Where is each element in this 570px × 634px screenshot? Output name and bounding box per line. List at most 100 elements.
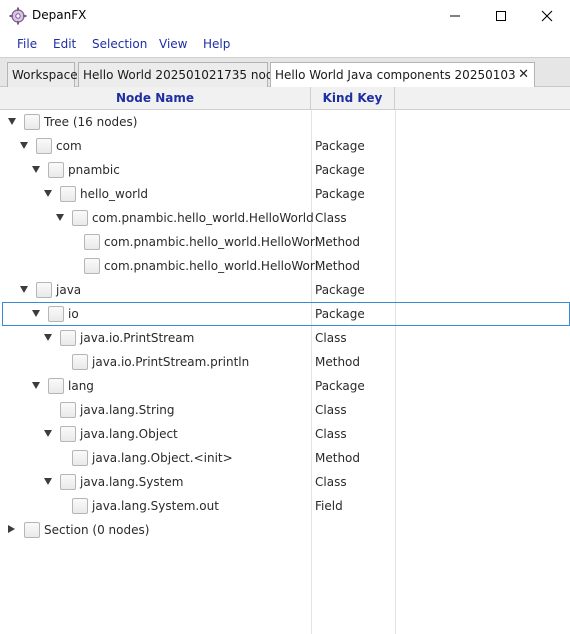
tree-row[interactable]: java.lang.System.out Field (0, 494, 570, 518)
tree-row[interactable]: com Package (0, 134, 570, 158)
kind-key-label: Package (315, 139, 365, 153)
row-checkbox[interactable] (84, 258, 100, 274)
kind-key-label: Package (315, 163, 365, 177)
kind-key-label: Method (315, 451, 361, 465)
close-window-button[interactable] (524, 0, 570, 31)
row-checkbox[interactable] (72, 210, 88, 226)
node-name-label: java (56, 283, 82, 297)
collapsed-arrow-icon[interactable] (8, 525, 15, 533)
row-checkbox[interactable] (36, 138, 52, 154)
node-name-label: com.pnambic.hello_world.HelloWorl... (104, 235, 330, 249)
node-name-label: java.lang.String (80, 403, 175, 417)
menu-help[interactable]: Help (203, 37, 230, 51)
expanded-arrow-icon[interactable] (44, 334, 52, 341)
node-name-label: lang (68, 379, 94, 393)
kind-key-label: Package (315, 379, 365, 393)
node-name-label: com.pnambic.hello_world.HelloWorl... (104, 259, 330, 273)
tab-label: Workspace (12, 68, 78, 82)
expanded-arrow-icon[interactable] (32, 310, 40, 317)
row-checkbox[interactable] (48, 378, 64, 394)
menu-view[interactable]: View (159, 37, 187, 51)
tree-row[interactable]: java.lang.Object Class (0, 422, 570, 446)
tab-label: Hello World Java components 202501031135 (275, 68, 517, 82)
title-bar: DepanFX (0, 0, 570, 31)
tree-row[interactable]: java.lang.Object.<init> Method (0, 446, 570, 470)
node-name-label: io (68, 307, 79, 321)
row-checkbox[interactable] (72, 354, 88, 370)
node-name-label: pnambic (68, 163, 120, 177)
node-name-label: java.lang.System.out (92, 499, 219, 513)
kind-key-label: Class (315, 427, 347, 441)
expanded-arrow-icon[interactable] (44, 190, 52, 197)
tab-hello-world-java-components[interactable]: Hello World Java components 202501031135… (270, 62, 535, 88)
row-checkbox[interactable] (60, 402, 76, 418)
minimize-button[interactable] (432, 0, 478, 31)
tree-row[interactable]: java.lang.String Class (0, 398, 570, 422)
tree-row[interactable]: com.pnambic.hello_world.HelloWorld Class (0, 206, 570, 230)
row-checkbox[interactable] (60, 186, 76, 202)
tree-row[interactable]: pnambic Package (0, 158, 570, 182)
tree-row[interactable]: com.pnambic.hello_world.HelloWorl... Meth… (0, 230, 570, 254)
node-name-label: java.lang.Object (80, 427, 178, 441)
expanded-arrow-icon[interactable] (32, 382, 40, 389)
tab-hello-world-nodes[interactable]: Hello World 202501021735 nodes (78, 62, 287, 87)
kind-key-label: Class (315, 331, 347, 345)
tree-row[interactable]: java.io.PrintStream Class (0, 326, 570, 350)
tree-row[interactable]: java.lang.System Class (0, 470, 570, 494)
node-name-label: hello_world (80, 187, 149, 201)
row-checkbox[interactable] (60, 426, 76, 442)
row-checkbox[interactable] (48, 162, 64, 178)
tree-row[interactable]: java.io.PrintStream.println Method (0, 350, 570, 374)
tree-row[interactable]: com.pnambic.hello_world.HelloWorl... Meth… (0, 254, 570, 278)
expanded-arrow-icon[interactable] (20, 286, 28, 293)
window-title: DepanFX (32, 8, 87, 22)
tree-row[interactable]: Tree (16 nodes) (0, 110, 570, 134)
kind-key-label: Package (315, 283, 365, 297)
row-checkbox[interactable] (36, 282, 52, 298)
tree-row[interactable]: Section (0 nodes) (0, 518, 570, 542)
node-name-label: Tree (16 nodes) (44, 115, 138, 129)
kind-key-label: Field (315, 499, 343, 513)
tree-row[interactable]: hello_world Package (0, 182, 570, 206)
expanded-arrow-icon[interactable] (44, 430, 52, 437)
menu-bar: File Edit Selection View Help (0, 31, 570, 57)
row-checkbox[interactable] (72, 450, 88, 466)
tab-close-icon[interactable]: ✕ (518, 67, 529, 82)
maximize-button[interactable] (478, 0, 524, 31)
node-name-label: java.lang.System (80, 475, 184, 489)
row-checkbox[interactable] (60, 474, 76, 490)
row-checkbox[interactable] (72, 498, 88, 514)
row-checkbox[interactable] (60, 330, 76, 346)
node-name-label: com.pnambic.hello_world.HelloWorld (92, 211, 314, 225)
app-gear-icon (9, 7, 27, 25)
tree-row[interactable]: lang Package (0, 374, 570, 398)
row-checkbox[interactable] (24, 522, 40, 538)
kind-key-label: Package (315, 187, 365, 201)
tab-workspace[interactable]: Workspace (7, 62, 78, 87)
menu-file[interactable]: File (17, 37, 37, 51)
row-checkbox[interactable] (84, 234, 100, 250)
kind-key-label: Method (315, 259, 361, 273)
row-checkbox[interactable] (48, 306, 64, 322)
node-name-label: com (56, 139, 82, 153)
column-header-kind-key[interactable]: Kind Key (311, 87, 395, 109)
expanded-arrow-icon[interactable] (8, 118, 16, 125)
tree-row[interactable]: java Package (0, 278, 570, 302)
expanded-arrow-icon[interactable] (20, 142, 28, 149)
kind-key-label: Class (315, 475, 347, 489)
expanded-arrow-icon[interactable] (44, 478, 52, 485)
menu-selection[interactable]: Selection (92, 37, 147, 51)
expanded-arrow-icon[interactable] (56, 214, 64, 221)
menu-edit[interactable]: Edit (53, 37, 76, 51)
kind-key-label: Package (315, 307, 365, 321)
expanded-arrow-icon[interactable] (32, 166, 40, 173)
column-header-node-name[interactable]: Node Name (0, 87, 311, 109)
tree-table[interactable]: Tree (16 nodes) com Package pnambic Package h… (0, 110, 570, 634)
kind-key-label: Class (315, 403, 347, 417)
kind-key-label: Method (315, 355, 361, 369)
kind-key-label: Class (315, 211, 347, 225)
row-checkbox[interactable] (24, 114, 40, 130)
tree-row[interactable]: io Package (2, 302, 570, 326)
node-name-label: java.lang.Object.<init> (92, 451, 233, 465)
node-name-label: java.io.PrintStream.println (92, 355, 250, 369)
